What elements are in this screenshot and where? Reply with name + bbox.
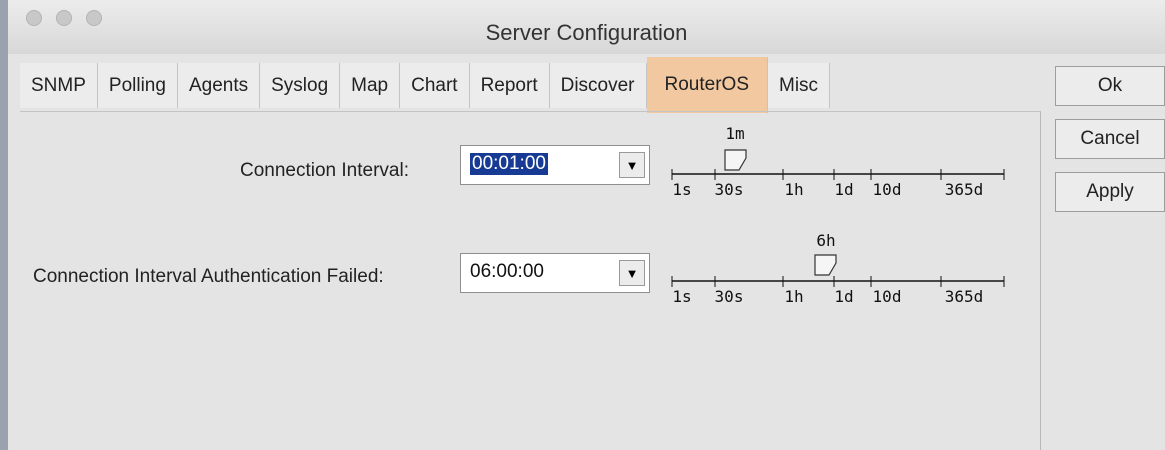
tick-label: 30s <box>714 287 744 306</box>
slider-track-icon[interactable] <box>668 124 1008 184</box>
connection-interval-label: Connection Interval: <box>240 160 409 181</box>
connection-interval-auth-failed-combo[interactable]: 06:00:00 ▼ <box>460 253 650 293</box>
connection-interval-auth-failed-slider-value: 6h <box>816 231 836 250</box>
tick-label: 1h <box>784 180 804 199</box>
tick-label: 1s <box>672 180 692 199</box>
tab-polling[interactable]: Polling <box>97 63 178 108</box>
tick-label: 30s <box>714 180 744 199</box>
tick-label: 10d <box>872 287 902 306</box>
tick-label: 365d <box>944 287 984 306</box>
ok-button[interactable]: Ok <box>1055 66 1165 106</box>
tick-label: 1s <box>672 287 692 306</box>
connection-interval-combo[interactable]: 00:01:00 ▼ <box>460 145 650 185</box>
tab-agents[interactable]: Agents <box>177 63 261 108</box>
tab-map[interactable]: Map <box>340 63 401 108</box>
connection-interval-slider-value: 1m <box>725 124 745 143</box>
tab-misc[interactable]: Misc <box>768 63 831 108</box>
connection-interval-auth-failed-label: Connection Interval Authentication Faile… <box>33 266 384 287</box>
connection-interval-slider[interactable]: 1m 1s 30s 1h 1d 10d 365d <box>668 124 1008 214</box>
routeros-settings-panel: Connection Interval: 00:01:00 ▼ 1m 1s 30… <box>20 111 1041 450</box>
tick-label: 10d <box>872 180 902 199</box>
tab-syslog[interactable]: Syslog <box>260 63 341 108</box>
apply-button[interactable]: Apply <box>1055 172 1165 212</box>
tab-report[interactable]: Report <box>469 63 550 108</box>
tick-label: 1d <box>834 287 854 306</box>
tab-routeros[interactable]: RouterOS <box>646 57 768 113</box>
window-title: Server Configuration <box>485 20 688 45</box>
connection-interval-auth-failed-value[interactable]: 06:00:00 <box>470 261 544 283</box>
connection-interval-dropdown-icon[interactable]: ▼ <box>619 152 645 178</box>
connection-interval-auth-failed-dropdown-icon[interactable]: ▼ <box>619 260 645 286</box>
connection-interval-auth-failed-slider[interactable]: 6h 1s 30s 1h 1d 10d 365d <box>668 231 1008 321</box>
tab-bar: SNMP Polling Agents Syslog Map Chart Rep… <box>20 55 831 113</box>
slider-track-icon[interactable] <box>668 231 1008 291</box>
tab-discover[interactable]: Discover <box>549 63 647 108</box>
cancel-button[interactable]: Cancel <box>1055 119 1165 159</box>
tick-label: 1d <box>834 180 854 199</box>
tick-label: 365d <box>944 180 984 199</box>
connection-interval-value[interactable]: 00:01:00 <box>470 153 548 175</box>
tick-label: 1h <box>784 287 804 306</box>
title-bar: Server Configuration <box>8 0 1165 54</box>
tab-snmp[interactable]: SNMP <box>20 63 98 108</box>
tab-chart[interactable]: Chart <box>400 63 470 108</box>
server-configuration-window: Server Configuration SNMP Polling Agents… <box>8 0 1165 450</box>
